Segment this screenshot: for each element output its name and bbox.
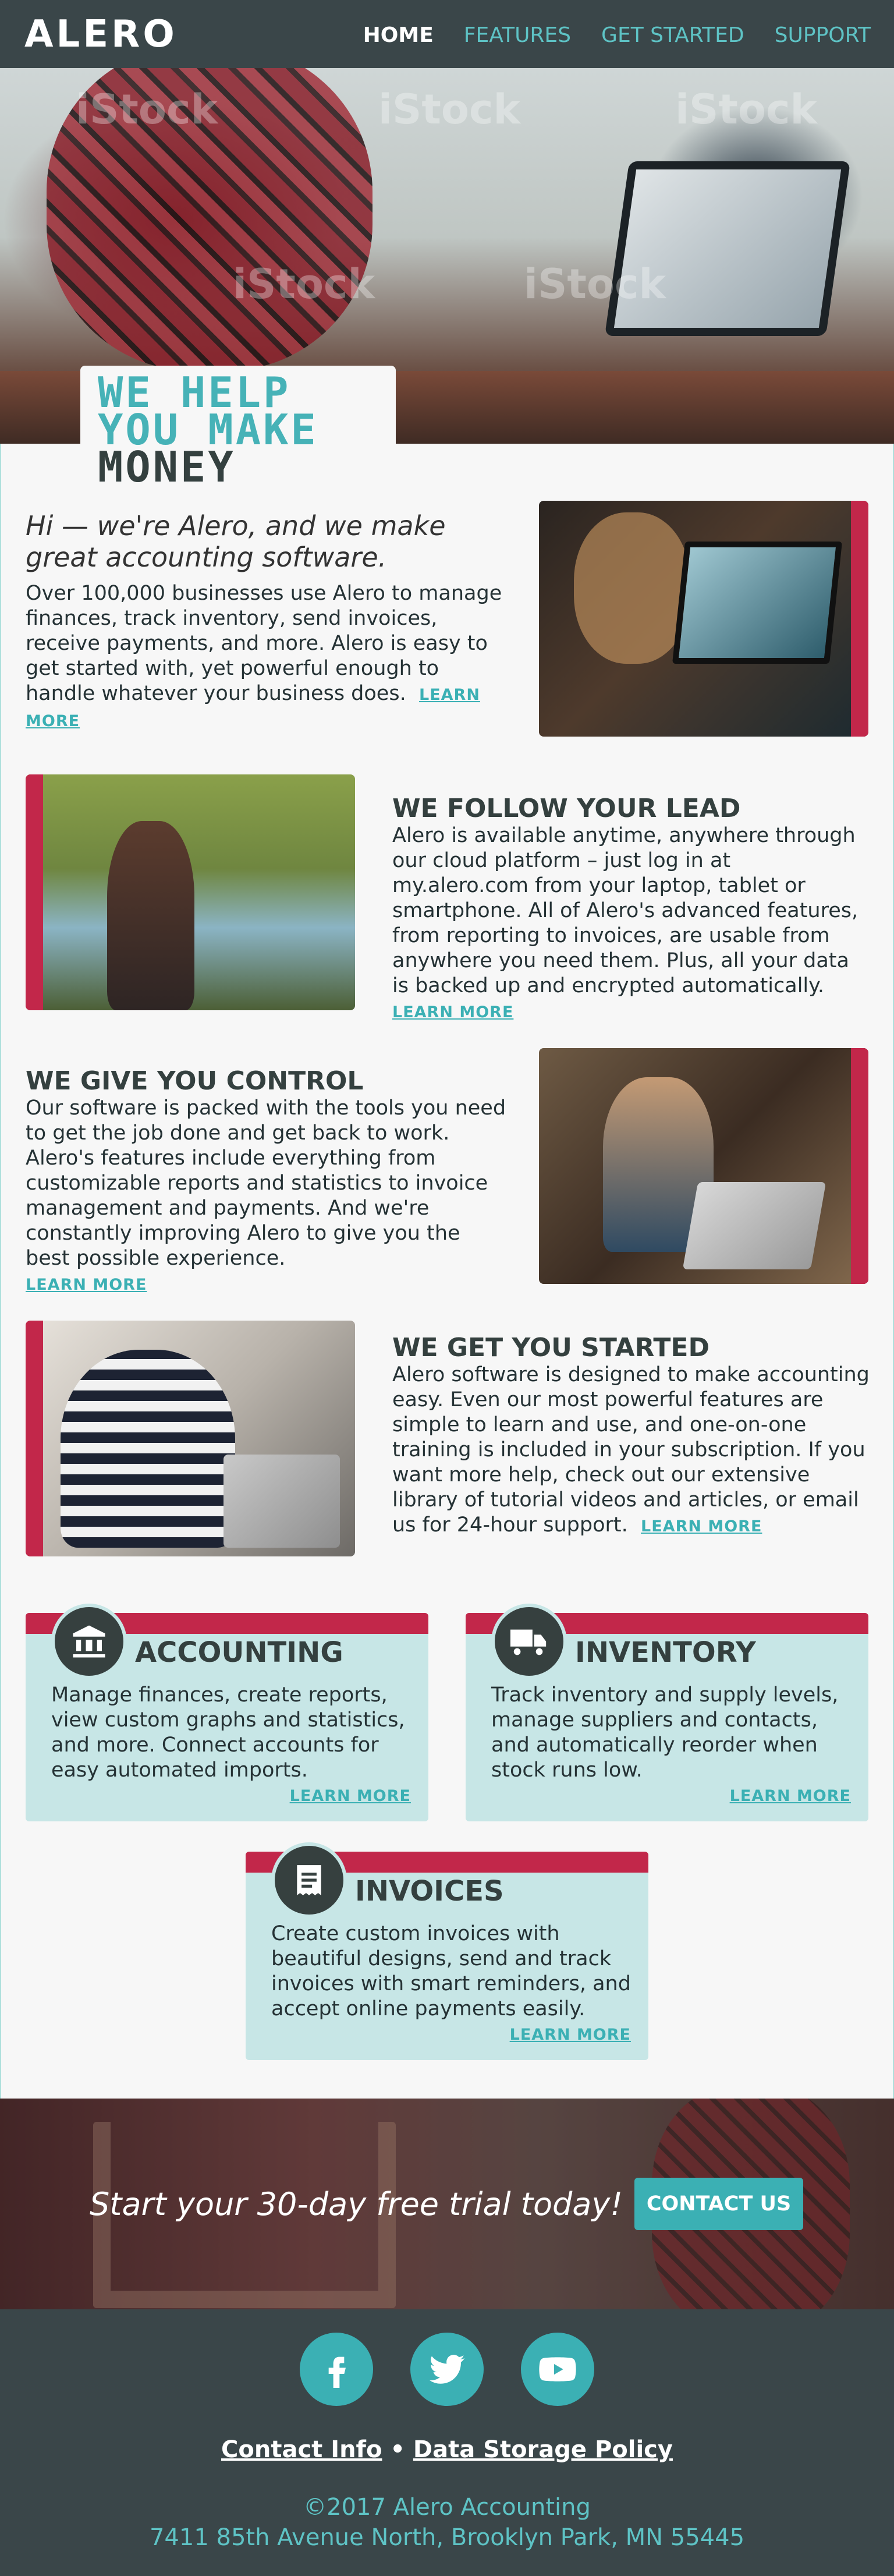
watermark: iStock <box>675 86 818 133</box>
address-text: 7411 85th Avenue North, Brooklyn Park, M… <box>149 2524 745 2551</box>
footer: Contact Info • Data Storage Policy ©2017… <box>0 2309 894 2576</box>
watermark: iStock <box>76 86 218 133</box>
photo-accent-bar <box>851 501 868 737</box>
card-title: INVOICES <box>355 1875 504 1908</box>
nav-features[interactable]: FEATURES <box>464 23 571 47</box>
photo-man-writing <box>26 1321 355 1556</box>
learn-more-link[interactable]: LEARN MORE <box>392 1003 513 1021</box>
section-get-started: WE GET YOU STARTED Alero software is des… <box>392 1333 870 1539</box>
nav-home[interactable]: HOME <box>363 23 434 47</box>
learn-more-link[interactable]: LEARN MORE <box>641 1517 762 1535</box>
facebook-icon[interactable] <box>300 2333 373 2406</box>
contact-info-link[interactable]: Contact Info <box>221 2436 382 2463</box>
card-text: Manage finances, create reports, view cu… <box>51 1683 405 1782</box>
data-storage-policy-link[interactable]: Data Storage Policy <box>413 2436 673 2463</box>
contact-us-button[interactable]: CONTACT US <box>634 2178 803 2230</box>
watermark: iStock <box>524 260 666 308</box>
section-title: WE GET YOU STARTED <box>392 1333 709 1363</box>
photo-accent-bar <box>26 1321 43 1556</box>
photo-woman-laptop <box>539 501 868 737</box>
section-body: Alero software is designed to make accou… <box>392 1363 870 1537</box>
youtube-icon[interactable] <box>521 2333 594 2406</box>
section-follow-lead: WE FOLLOW YOUR LEAD Alero is available a… <box>392 794 870 1025</box>
learn-more-link[interactable]: LEARN MORE <box>26 1276 147 1294</box>
watermark: iStock <box>233 260 375 308</box>
footer-links: Contact Info • Data Storage Policy <box>0 2436 894 2463</box>
intro-lead: Hi — we're Alero, and we make great acco… <box>26 510 446 573</box>
watermark: iStock <box>378 86 521 133</box>
copyright-text: ©2017 Alero Accounting <box>303 2494 591 2521</box>
footer-copyright: ©2017 Alero Accounting 7411 85th Avenue … <box>0 2492 894 2553</box>
nav-support[interactable]: SUPPORT <box>775 23 871 47</box>
hero-laptop <box>604 161 851 336</box>
photo-accent-bar <box>26 774 43 1010</box>
nav-get-started[interactable]: GET STARTED <box>601 23 744 47</box>
nav-links: HOME FEATURES GET STARTED SUPPORT <box>363 23 871 47</box>
cta-banner: Start your 30-day free trial today! CONT… <box>0 2099 894 2309</box>
card-text: Create custom invoices with beautiful de… <box>271 1922 631 2021</box>
photo-accent-bar <box>851 1048 868 1284</box>
card-text: Track inventory and supply levels, manag… <box>491 1683 839 1782</box>
card-invoices: INVOICES Create custom invoices with bea… <box>246 1842 648 2060</box>
bank-icon <box>51 1604 127 1679</box>
receipt-icon <box>271 1842 347 1918</box>
logo[interactable]: ALERO <box>24 13 178 56</box>
section-body: Our software is packed with the tools yo… <box>26 1096 506 1270</box>
learn-more-link[interactable]: LEARN MORE <box>290 1787 411 1805</box>
section-title: WE FOLLOW YOUR LEAD <box>392 794 741 823</box>
photo-hiker-river <box>26 774 355 1010</box>
twitter-icon[interactable] <box>410 2333 484 2406</box>
truck-icon <box>491 1604 567 1679</box>
section-body: Alero is available anytime, anywhere thr… <box>392 824 858 997</box>
section-give-control: WE GIVE YOU CONTROL Our software is pack… <box>26 1067 509 1297</box>
cta-text: Start your 30-day free trial today! <box>90 2186 623 2223</box>
social-links <box>0 2333 894 2406</box>
intro-section: Hi — we're Alero, and we make great acco… <box>26 510 509 734</box>
footer-separator: • <box>390 2436 405 2463</box>
photo-craftsman-laptop <box>539 1048 868 1284</box>
learn-more-link[interactable]: LEARN MORE <box>510 2026 631 2044</box>
section-title: WE GIVE YOU CONTROL <box>26 1066 364 1096</box>
card-title: INVENTORY <box>575 1636 756 1669</box>
card-accounting: ACCOUNTING Manage finances, create repor… <box>26 1604 428 1821</box>
learn-more-link[interactable]: LEARN MORE <box>730 1787 851 1805</box>
top-nav: ALERO HOME FEATURES GET STARTED SUPPORT <box>0 0 894 68</box>
card-title: ACCOUNTING <box>135 1636 343 1669</box>
card-inventory: INVENTORY Track inventory and supply lev… <box>466 1604 868 1821</box>
intro-body-wrap: Over 100,000 businesses use Alero to man… <box>26 581 509 734</box>
